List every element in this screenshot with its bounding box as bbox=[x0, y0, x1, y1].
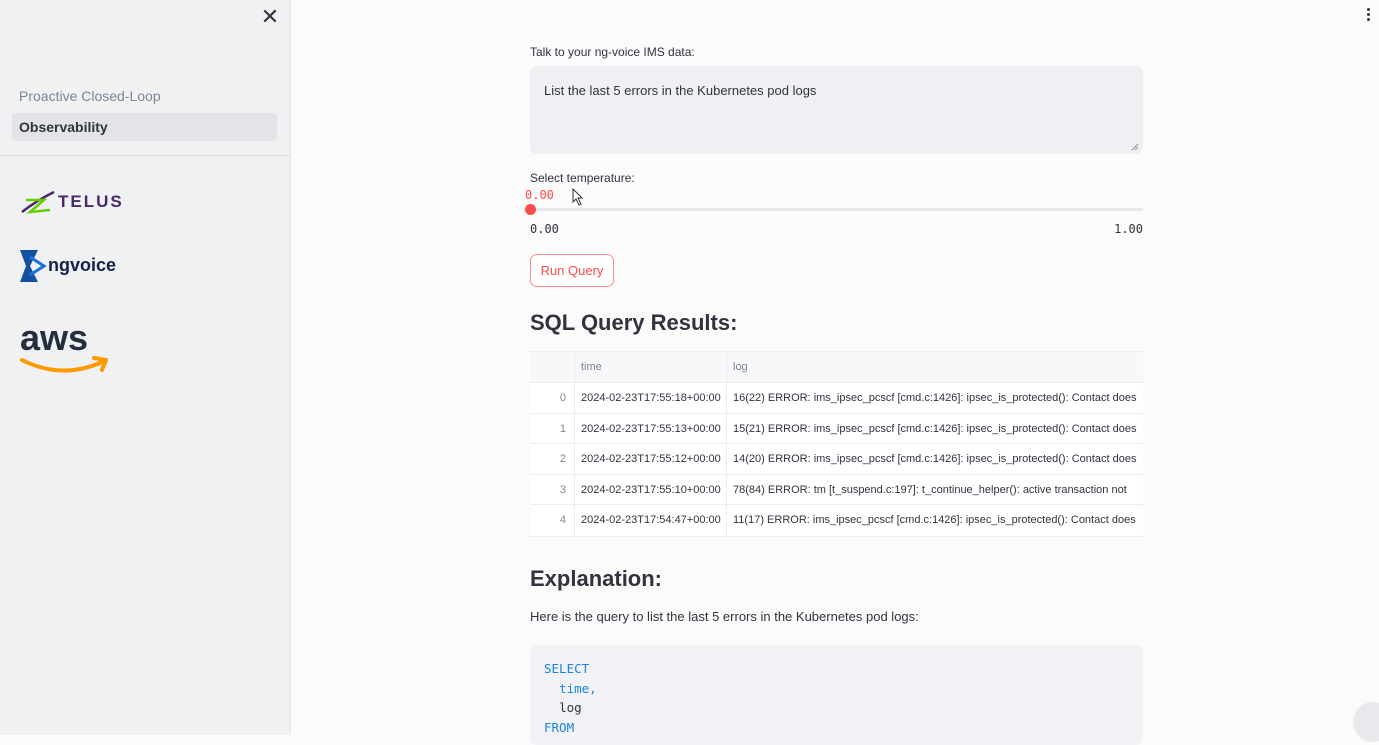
query-label: Talk to your ng-voice IMS data: bbox=[530, 45, 695, 59]
table-row[interactable]: 1 2024-02-23T17:55:13+00:00 15(21) ERROR… bbox=[530, 413, 1143, 444]
query-text: List the last 5 errors in the Kubernetes… bbox=[544, 83, 817, 98]
table-cell-time: 2024-02-23T17:54:47+00:00 bbox=[575, 505, 727, 536]
ngvoice-logo: ngvoice bbox=[18, 247, 128, 285]
table-cell-log: 15(21) ERROR: ims_ipsec_pcscf [cmd.c:142… bbox=[733, 422, 1137, 435]
sidebar-item-proactive-closed-loop[interactable]: Proactive Closed-Loop bbox=[12, 82, 277, 110]
results-table[interactable]: time log 0 2024-02-23T17:55:18+00:00 16(… bbox=[530, 351, 1143, 537]
code-line-log: log bbox=[544, 698, 1129, 718]
table-header-time[interactable]: time bbox=[575, 352, 727, 382]
table-row[interactable]: 4 2024-02-23T17:54:47+00:00 11(17) ERROR… bbox=[530, 505, 1143, 536]
table-cell-index: 2 bbox=[530, 444, 575, 474]
explanation-title: Explanation: bbox=[530, 566, 663, 591]
sidebar-divider bbox=[0, 155, 291, 156]
query-textarea[interactable]: List the last 5 errors in the Kubernetes… bbox=[530, 66, 1143, 154]
table-cell-index: 0 bbox=[530, 383, 575, 413]
telus-logo: TELUS bbox=[20, 186, 140, 218]
sql-code-block[interactable]: SELECT time, log FROM bbox=[530, 645, 1143, 745]
sidebar-nav: Proactive Closed-Loop Observability bbox=[12, 82, 277, 144]
aws-logo: aws bbox=[18, 317, 114, 380]
table-cell-log: 78(84) ERROR: tm [t_suspend.c:197]: t_co… bbox=[733, 483, 1127, 496]
explanation-text: Here is the query to list the last 5 err… bbox=[530, 609, 919, 624]
table-cell-log: 16(22) ERROR: ims_ipsec_pcscf [cmd.c:142… bbox=[733, 392, 1137, 404]
aws-logo-text: aws bbox=[20, 318, 88, 358]
table-row[interactable]: 0 2024-02-23T17:55:18+00:00 16(22) ERROR… bbox=[530, 383, 1143, 414]
telus-mark-icon: TELUS bbox=[21, 190, 124, 214]
close-icon[interactable]: ✕ bbox=[259, 7, 281, 29]
run-query-button[interactable]: Run Query bbox=[530, 254, 614, 287]
table-cell-time: 2024-02-23T17:55:13+00:00 bbox=[575, 413, 727, 443]
table-cell-time: 2024-02-23T17:55:18+00:00 bbox=[575, 383, 727, 413]
aws-smile-icon: aws bbox=[20, 317, 108, 373]
table-row[interactable]: 2 2024-02-23T17:55:12+00:00 14(20) ERROR… bbox=[530, 444, 1143, 475]
telus-logo-text: TELUS bbox=[58, 192, 124, 211]
table-cell-index: 3 bbox=[530, 474, 575, 504]
temperature-slider-max: 1.00 bbox=[1114, 222, 1143, 236]
kebab-menu-icon[interactable] bbox=[1360, 6, 1376, 26]
ngvoice-logo-text: ngvoice bbox=[48, 255, 116, 275]
table-cell-index: 4 bbox=[530, 505, 575, 536]
temperature-slider-thumb[interactable] bbox=[525, 204, 536, 215]
table-cell-log: 11(17) ERROR: ims_ipsec_pcscf [cmd.c:142… bbox=[733, 514, 1136, 526]
sidebar-item-observability[interactable]: Observability bbox=[12, 113, 277, 141]
temperature-slider-min: 0.00 bbox=[530, 222, 559, 236]
code-line-time: time, bbox=[544, 679, 1129, 699]
table-header-log[interactable]: log bbox=[727, 352, 1143, 382]
table-cell-time: 2024-02-23T17:55:10+00:00 bbox=[575, 474, 727, 504]
table-header-index[interactable] bbox=[530, 352, 575, 382]
resize-handle-icon[interactable] bbox=[1131, 143, 1139, 151]
table-header-row: time log bbox=[530, 352, 1143, 383]
table-cell-log: 14(20) ERROR: ims_ipsec_pcscf [cmd.c:142… bbox=[733, 453, 1137, 465]
mouse-pointer-icon bbox=[572, 188, 584, 206]
code-token-time: time, bbox=[559, 680, 597, 696]
temperature-label: Select temperature: bbox=[530, 171, 635, 185]
results-title: SQL Query Results: bbox=[530, 310, 738, 335]
ngvoice-mark-icon: ngvoice bbox=[20, 250, 116, 282]
code-line-from: FROM bbox=[544, 719, 575, 735]
temperature-slider-value: 0.00 bbox=[525, 188, 554, 202]
temperature-slider-track[interactable] bbox=[530, 208, 1143, 211]
sidebar: ✕ Proactive Closed-Loop Observability TE… bbox=[0, 0, 291, 735]
table-row[interactable]: 3 2024-02-23T17:55:10+00:00 78(84) ERROR… bbox=[530, 474, 1143, 505]
table-cell-time: 2024-02-23T17:55:12+00:00 bbox=[575, 444, 727, 474]
table-cell-index: 1 bbox=[530, 413, 575, 443]
corner-widget[interactable] bbox=[1353, 702, 1379, 742]
code-line-select: SELECT bbox=[544, 661, 590, 676]
code-token-log: log bbox=[559, 700, 582, 715]
